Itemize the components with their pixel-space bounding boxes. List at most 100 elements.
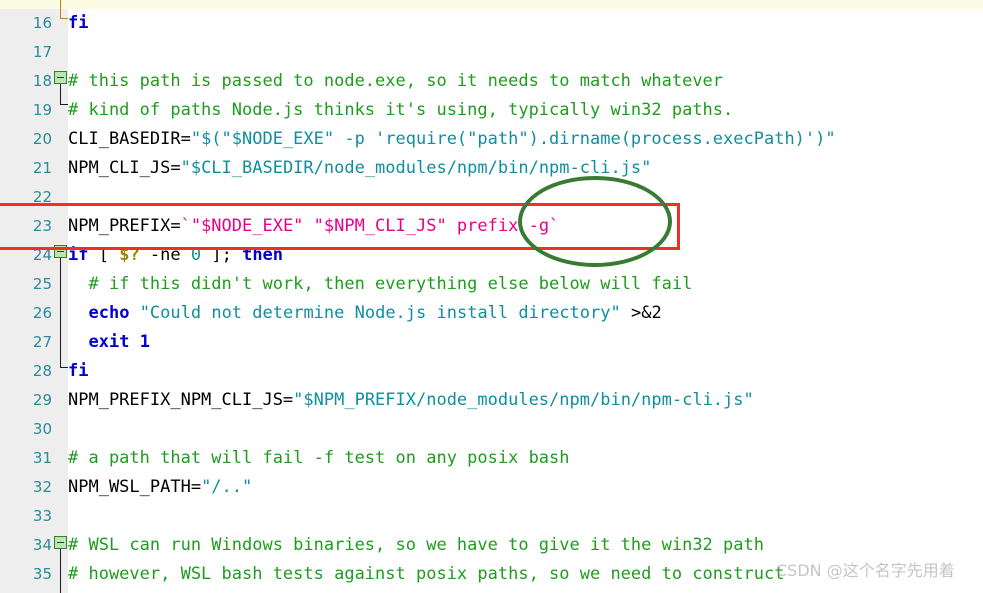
code-text-28[interactable]: fi xyxy=(68,357,88,386)
line-number-29: 29 xyxy=(32,391,52,409)
fold-guide-line-18 xyxy=(60,84,61,104)
token-comment: # this path is passed to node.exe, so it… xyxy=(68,71,724,91)
token-string: "/.." xyxy=(201,477,253,497)
code-line-24[interactable]: 24 if [ $? -ne 0 ]; then xyxy=(0,241,983,270)
code-text-32[interactable]: NPM_WSL_PATH="/.." xyxy=(68,473,252,502)
token-plain: >&2 xyxy=(620,303,662,323)
token-string: "$NPM_PREFIX/node_modules/npm/bin/npm-cl… xyxy=(293,390,754,410)
code-line-30[interactable]: 30 xyxy=(0,415,983,444)
line-number-17: 17 xyxy=(32,43,52,61)
code-text-19[interactable]: # kind of paths Node.js thinks it's usin… xyxy=(68,96,733,125)
line-number-24: 24 xyxy=(32,246,52,264)
fold-guide-line-24 xyxy=(60,258,61,367)
token-plain: NPM_CLI_JS= xyxy=(68,158,181,178)
code-line-34[interactable]: 34 # WSL can run Windows binaries, so we … xyxy=(0,531,983,560)
code-text-34[interactable]: # WSL can run Windows binaries, so we ha… xyxy=(68,531,764,560)
fold-guide-line-15 xyxy=(60,0,61,18)
token-keyword: fi xyxy=(68,361,89,381)
code-line-32[interactable]: 32 NPM_WSL_PATH="/.." xyxy=(0,473,983,502)
code-editor[interactable]: 16 fi 17 18 # this path is passed to node.ex… xyxy=(0,0,983,593)
line-number-35: 35 xyxy=(32,565,52,583)
code-line-27[interactable]: 27 exit 1 xyxy=(0,328,983,357)
fold-marker-line-34[interactable] xyxy=(54,536,67,549)
line-number-27: 27 xyxy=(32,333,52,351)
code-line-20[interactable]: 20 CLI_BASEDIR="$("$NODE_EXE" -p 'require… xyxy=(0,125,983,154)
token-keyword: echo xyxy=(88,303,130,323)
fold-guide-tail-15 xyxy=(60,18,68,19)
token-olive: $? xyxy=(119,245,140,265)
token-plain: ]; xyxy=(201,245,243,265)
token-comment: # kind of paths Node.js thinks it's usin… xyxy=(68,100,734,120)
code-line-35[interactable]: 35 # however, WSL bash tests against posi… xyxy=(0,560,983,589)
code-line-29[interactable]: 29 NPM_PREFIX_NPM_CLI_JS="$NPM_PREFIX/nod… xyxy=(0,386,983,415)
code-text-27[interactable]: exit 1 xyxy=(68,328,150,357)
code-line-23[interactable]: 23 NPM_PREFIX=`"$NODE_EXE" "$NPM_CLI_JS" … xyxy=(0,212,983,241)
code-line-21[interactable]: 21 NPM_CLI_JS="$CLI_BASEDIR/node_modules/… xyxy=(0,154,983,183)
code-text-35[interactable]: # however, WSL bash tests against posix … xyxy=(68,560,784,589)
line-number-20: 20 xyxy=(32,130,52,148)
token-number: 0 xyxy=(190,245,202,265)
code-line-19[interactable]: 19 # kind of paths Node.js thinks it's us… xyxy=(0,96,983,125)
line-number-25: 25 xyxy=(32,275,52,293)
line-number-16: 16 xyxy=(32,14,52,32)
token-plain: NPM_WSL_PATH= xyxy=(68,477,202,497)
token-comment: # a path that will fail -f test on any p… xyxy=(68,448,570,468)
code-text-25[interactable]: # if this didn't work, then everything e… xyxy=(68,270,692,299)
line-number-34: 34 xyxy=(32,536,52,554)
line-number-23: 23 xyxy=(32,217,52,235)
code-text-20[interactable]: CLI_BASEDIR="$("$NODE_EXE" -p 'require("… xyxy=(68,125,836,154)
code-line-22[interactable]: 22 xyxy=(0,183,983,212)
code-text-23[interactable]: NPM_PREFIX=`"$NODE_EXE" "$NPM_CLI_JS" pr… xyxy=(68,212,559,241)
code-line-26[interactable]: 26 echo "Could not determine Node.js ins… xyxy=(0,299,983,328)
code-text-31[interactable]: # a path that will fail -f test on any p… xyxy=(68,444,570,473)
token-comment: # however, WSL bash tests against posix … xyxy=(68,564,785,584)
code-line-17[interactable]: 17 xyxy=(0,38,983,67)
token-keyword: then xyxy=(242,245,284,265)
code-line-15[interactable] xyxy=(0,0,983,9)
fold-marker-line-18[interactable] xyxy=(54,71,67,84)
line-number-31: 31 xyxy=(32,449,52,467)
code-text-21[interactable]: NPM_CLI_JS="$CLI_BASEDIR/node_modules/np… xyxy=(68,154,651,183)
token-keyword: fi xyxy=(68,13,89,33)
line-number-22: 22 xyxy=(32,188,52,206)
line-number-21: 21 xyxy=(32,159,52,177)
code-text-16[interactable]: fi xyxy=(68,9,88,38)
code-line-31[interactable]: 31 # a path that will fail -f test on any… xyxy=(0,444,983,473)
code-text-24[interactable]: if [ $? -ne 0 ]; then xyxy=(68,241,283,270)
token-magenta: `"$NODE_EXE" "$NPM_CLI_JS" prefix -g` xyxy=(180,216,560,236)
token-plain: NPM_PREFIX= xyxy=(68,216,181,236)
code-line-16[interactable]: 16 fi xyxy=(0,9,983,38)
fold-guide-tail-18 xyxy=(60,104,68,105)
line-number-26: 26 xyxy=(32,304,52,322)
token-plain: NPM_PREFIX_NPM_CLI_JS= xyxy=(68,390,294,410)
fold-guide-line-34 xyxy=(60,549,61,593)
token-plain: [ xyxy=(88,245,120,265)
token-comment: # if this didn't work, then everything e… xyxy=(68,274,693,294)
token-keyword: exit xyxy=(88,332,130,352)
token-keyword: 1 xyxy=(139,332,150,352)
token-comment: # WSL can run Windows binaries, so we ha… xyxy=(68,535,764,555)
fold-marker-line-24[interactable] xyxy=(54,245,67,258)
code-text-29[interactable]: NPM_PREFIX_NPM_CLI_JS="$NPM_PREFIX/node_… xyxy=(68,386,754,415)
code-line-33[interactable]: 33 xyxy=(0,502,983,531)
token-string: "Could not determine Node.js install dir… xyxy=(139,303,621,323)
token-keyword: if xyxy=(68,245,89,265)
code-text-26[interactable]: echo "Could not determine Node.js instal… xyxy=(68,299,662,328)
code-line-25[interactable]: 25 # if this didn't work, then everythin… xyxy=(0,270,983,299)
token-string: "$("$NODE_EXE" -p 'require("path").dirna… xyxy=(190,129,836,149)
line-number-28: 28 xyxy=(32,362,52,380)
fold-guide-tail-24 xyxy=(60,367,68,368)
code-line-28[interactable]: 28 fi xyxy=(0,357,983,386)
token-string: "$CLI_BASEDIR/node_modules/npm/bin/npm-c… xyxy=(180,158,652,178)
line-number-30: 30 xyxy=(32,420,52,438)
line-number-33: 33 xyxy=(32,507,52,525)
code-text-18[interactable]: # this path is passed to node.exe, so it… xyxy=(68,67,723,96)
line-number-18: 18 xyxy=(32,72,52,90)
code-line-18[interactable]: 18 # this path is passed to node.exe, so … xyxy=(0,67,983,96)
token-plain: -ne xyxy=(139,245,191,265)
line-number-19: 19 xyxy=(32,101,52,119)
